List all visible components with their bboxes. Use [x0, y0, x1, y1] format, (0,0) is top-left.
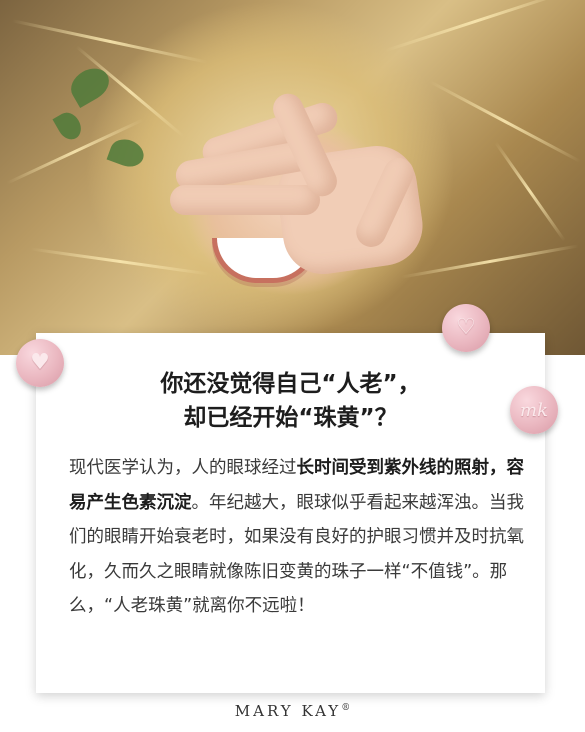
brand-name: MARY KAY [234, 702, 342, 720]
hand-finger [170, 185, 320, 215]
page: 你还没觉得自己“人老”， 却已经开始“珠黄”？ 现代医学认为，人的眼球经过长时间… [0, 0, 585, 732]
heart-icon: ♥ [30, 350, 50, 375]
text-card: 你还没觉得自己“人老”， 却已经开始“珠黄”？ 现代医学认为，人的眼球经过长时间… [36, 333, 545, 693]
mk-logo-icon: mk [520, 399, 548, 421]
heart-icon: ♡ [456, 315, 476, 340]
card-title-line-1: 你还没觉得自己“人老”， [160, 371, 421, 397]
hero-photo [0, 0, 585, 355]
card-title-line-2: 却已经开始“珠黄”？ [183, 405, 398, 431]
pin-left: ♥ [16, 339, 64, 387]
pin-top: ♡ [442, 304, 490, 352]
registered-mark: ® [341, 703, 351, 713]
card-body: 现代医学认为，人的眼球经过长时间受到紫外线的照射，容易产生色素沉淀。年纪越大，眼… [69, 451, 529, 624]
brand-logo: MARY KAY® [0, 702, 585, 720]
body-text: 现代医学认为，人的眼球经过 [69, 458, 297, 478]
pin-right: mk [510, 386, 558, 434]
